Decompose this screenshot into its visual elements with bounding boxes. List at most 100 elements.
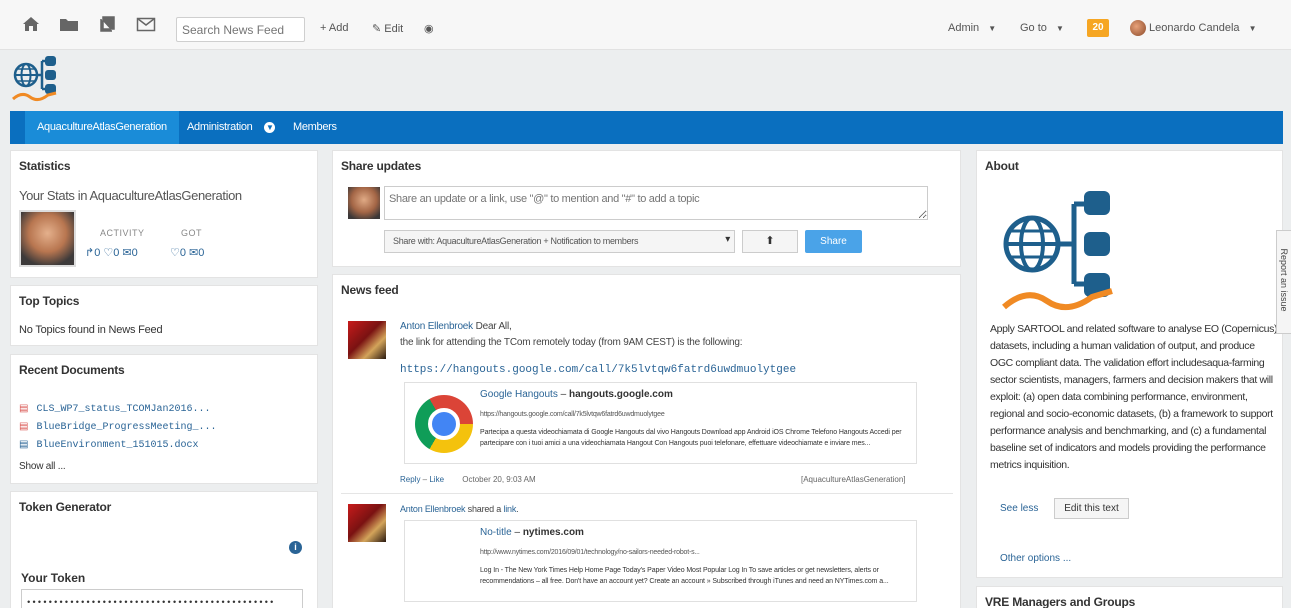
- top-topics-panel: Top Topics No Topics found in News Feed: [10, 285, 318, 346]
- admin-label: Admin: [948, 22, 980, 34]
- activity-stats[interactable]: ↱0 ♡0 ✉0: [85, 246, 138, 259]
- post-text: Dear All,: [475, 321, 512, 332]
- document-link[interactable]: ▤ BlueBridge_ProgressMeeting_...: [19, 421, 216, 433]
- post-text: the link for attending the TCom remotely…: [400, 337, 743, 348]
- folder-icon[interactable]: [59, 16, 79, 35]
- panel-title: Recent Documents: [19, 363, 125, 377]
- stats-subtitle: Your Stats in AquacultureAtlasGeneration: [19, 188, 242, 203]
- panel-title: VRE Managers and Groups: [985, 595, 1136, 608]
- preview-domain: hangouts.google.com: [568, 389, 673, 400]
- post-footer: Reply – Like October 20, 9:03 AM: [400, 475, 536, 484]
- pdf-icon: ▤: [19, 403, 29, 414]
- site-logo[interactable]: [10, 55, 65, 105]
- post-author-link[interactable]: Anton Ellenbroek: [400, 504, 466, 514]
- edit-text-button[interactable]: Edit this text: [1054, 498, 1129, 519]
- like-link[interactable]: Like: [429, 475, 444, 484]
- post-header: Anton Ellenbroek shared a link.: [400, 504, 519, 514]
- post-link[interactable]: https://hangouts.google.com/call/7k5lvtq…: [400, 364, 796, 376]
- home-icon[interactable]: [22, 16, 40, 35]
- panel-title: News feed: [341, 283, 399, 297]
- notifications-badge[interactable]: 20: [1087, 19, 1109, 37]
- nav-item-label: Administration: [187, 121, 253, 133]
- main-nav: AquacultureAtlasGeneration Administratio…: [10, 111, 1283, 144]
- panel-title: Top Topics: [19, 294, 80, 308]
- documents-icon[interactable]: [99, 16, 117, 35]
- chevron-down-icon: ▼: [264, 121, 276, 133]
- panel-title: Token Generator: [19, 500, 112, 514]
- link-preview[interactable]: No-title – nytimes.com http://www.nytime…: [404, 520, 917, 602]
- author-avatar[interactable]: [348, 321, 386, 359]
- post-header: Anton Ellenbroek Dear All,: [400, 321, 512, 332]
- shared-link[interactable]: link: [503, 504, 516, 514]
- author-avatar[interactable]: [348, 504, 386, 542]
- post-group-link[interactable]: [AquacultureAtlasGeneration]: [801, 475, 906, 484]
- token-field[interactable]: ••••••••••••••••••••••••••••••••••••••••…: [21, 589, 303, 608]
- document-name: BlueEnvironment_151015.docx: [36, 440, 199, 451]
- nav-item-administration[interactable]: Administration ▼: [175, 111, 287, 144]
- share-with-value: Share with: AquacultureAtlasGeneration +…: [393, 236, 639, 246]
- preview-url: http://www.nytimes.com/2016/09/01/techno…: [480, 549, 700, 556]
- preview-description: Partecipa a questa videochiamata di Goog…: [480, 429, 902, 447]
- reply-link[interactable]: Reply: [400, 475, 420, 484]
- preview-title-main: Google Hangouts: [480, 389, 558, 400]
- topics-empty-text: No Topics found in News Feed: [19, 324, 163, 336]
- edit-label: Edit: [384, 23, 404, 35]
- vre-logo: [1002, 189, 1122, 314]
- link-preview[interactable]: Google Hangouts – hangouts.google.com ht…: [404, 382, 917, 464]
- user-avatar[interactable]: [1130, 20, 1146, 36]
- preview-domain: nytimes.com: [522, 527, 584, 538]
- chevron-down-icon: ▾: [725, 234, 730, 245]
- upload-button[interactable]: ⬆: [742, 230, 798, 253]
- panel-title: Statistics: [19, 159, 71, 173]
- word-icon: ▤: [19, 439, 29, 450]
- show-all-link[interactable]: Show all ...: [19, 461, 66, 472]
- share-updates-panel: Share updates Share with: AquacultureAtl…: [332, 150, 961, 267]
- post-text: shared a: [467, 504, 502, 514]
- share-button[interactable]: Share: [805, 230, 862, 253]
- about-panel: About Apply SARTOOL and related software…: [976, 150, 1283, 578]
- document-link[interactable]: ▤ CLS_WP7_status_TCOMJan2016...: [19, 403, 210, 415]
- token-generator-panel: Token Generator i Your Token •••••••••••…: [10, 491, 318, 608]
- avatar: [348, 187, 380, 219]
- document-name: CLS_WP7_status_TCOMJan2016...: [36, 404, 211, 415]
- goto-menu[interactable]: Go to ▼: [1020, 22, 1064, 34]
- report-issue-label: Report an issue: [1279, 248, 1289, 312]
- got-label: GOT: [181, 228, 202, 238]
- user-menu[interactable]: Leonardo Candela ▼: [1149, 22, 1257, 34]
- share-with-select[interactable]: Share with: AquacultureAtlasGeneration +…: [384, 230, 735, 253]
- preview-description: Log In - The New York Times Help Home Pa…: [480, 567, 889, 585]
- panel-title: About: [985, 159, 1019, 173]
- share-update-input[interactable]: [384, 186, 928, 220]
- activity-label: ACTIVITY: [100, 228, 145, 238]
- user-name: Leonardo Candela: [1149, 22, 1240, 34]
- chrome-icon: [415, 395, 473, 453]
- nav-item-aquaculture[interactable]: AquacultureAtlasGeneration: [25, 111, 179, 144]
- news-feed-panel: News feed Anton Ellenbroek Dear All, the…: [332, 274, 961, 608]
- add-button[interactable]: + Add: [320, 22, 348, 34]
- got-stats[interactable]: ♡0 ✉0: [170, 246, 204, 259]
- post-date: October 20, 9:03 AM: [462, 475, 536, 484]
- document-link[interactable]: ▤ BlueEnvironment_151015.docx: [19, 439, 198, 451]
- edit-button[interactable]: ✎ Edit: [372, 22, 403, 35]
- admin-menu[interactable]: Admin ▼: [948, 22, 996, 34]
- post-author-link[interactable]: Anton Ellenbroek: [400, 321, 473, 332]
- view-icon[interactable]: ◉: [424, 22, 434, 35]
- profile-picture[interactable]: [19, 210, 76, 267]
- see-less-link[interactable]: See less: [1000, 503, 1038, 514]
- preview-title: Google Hangouts – hangouts.google.com: [480, 389, 673, 400]
- vre-managers-panel: VRE Managers and Groups: [976, 586, 1283, 608]
- info-icon[interactable]: i: [289, 541, 302, 554]
- nav-item-members[interactable]: Members: [281, 111, 349, 144]
- statistics-panel: Statistics Your Stats in AquacultureAtla…: [10, 150, 318, 278]
- about-description: Apply SARTOOL and related software to an…: [990, 323, 1278, 471]
- chevron-down-icon: ▼: [1248, 24, 1257, 33]
- other-options-link[interactable]: Other options ...: [1000, 553, 1071, 564]
- report-issue-tab[interactable]: Report an issue: [1276, 230, 1291, 334]
- top-bar: + Add ✎ Edit ◉ Admin ▼ Go to ▼ 20 Leonar…: [0, 0, 1291, 50]
- chevron-down-icon: ▼: [988, 24, 997, 33]
- mail-icon[interactable]: [136, 16, 156, 35]
- preview-title: No-title – nytimes.com: [480, 527, 584, 538]
- goto-label: Go to: [1020, 22, 1047, 34]
- search-input[interactable]: [176, 17, 305, 42]
- your-token-label: Your Token: [21, 571, 86, 585]
